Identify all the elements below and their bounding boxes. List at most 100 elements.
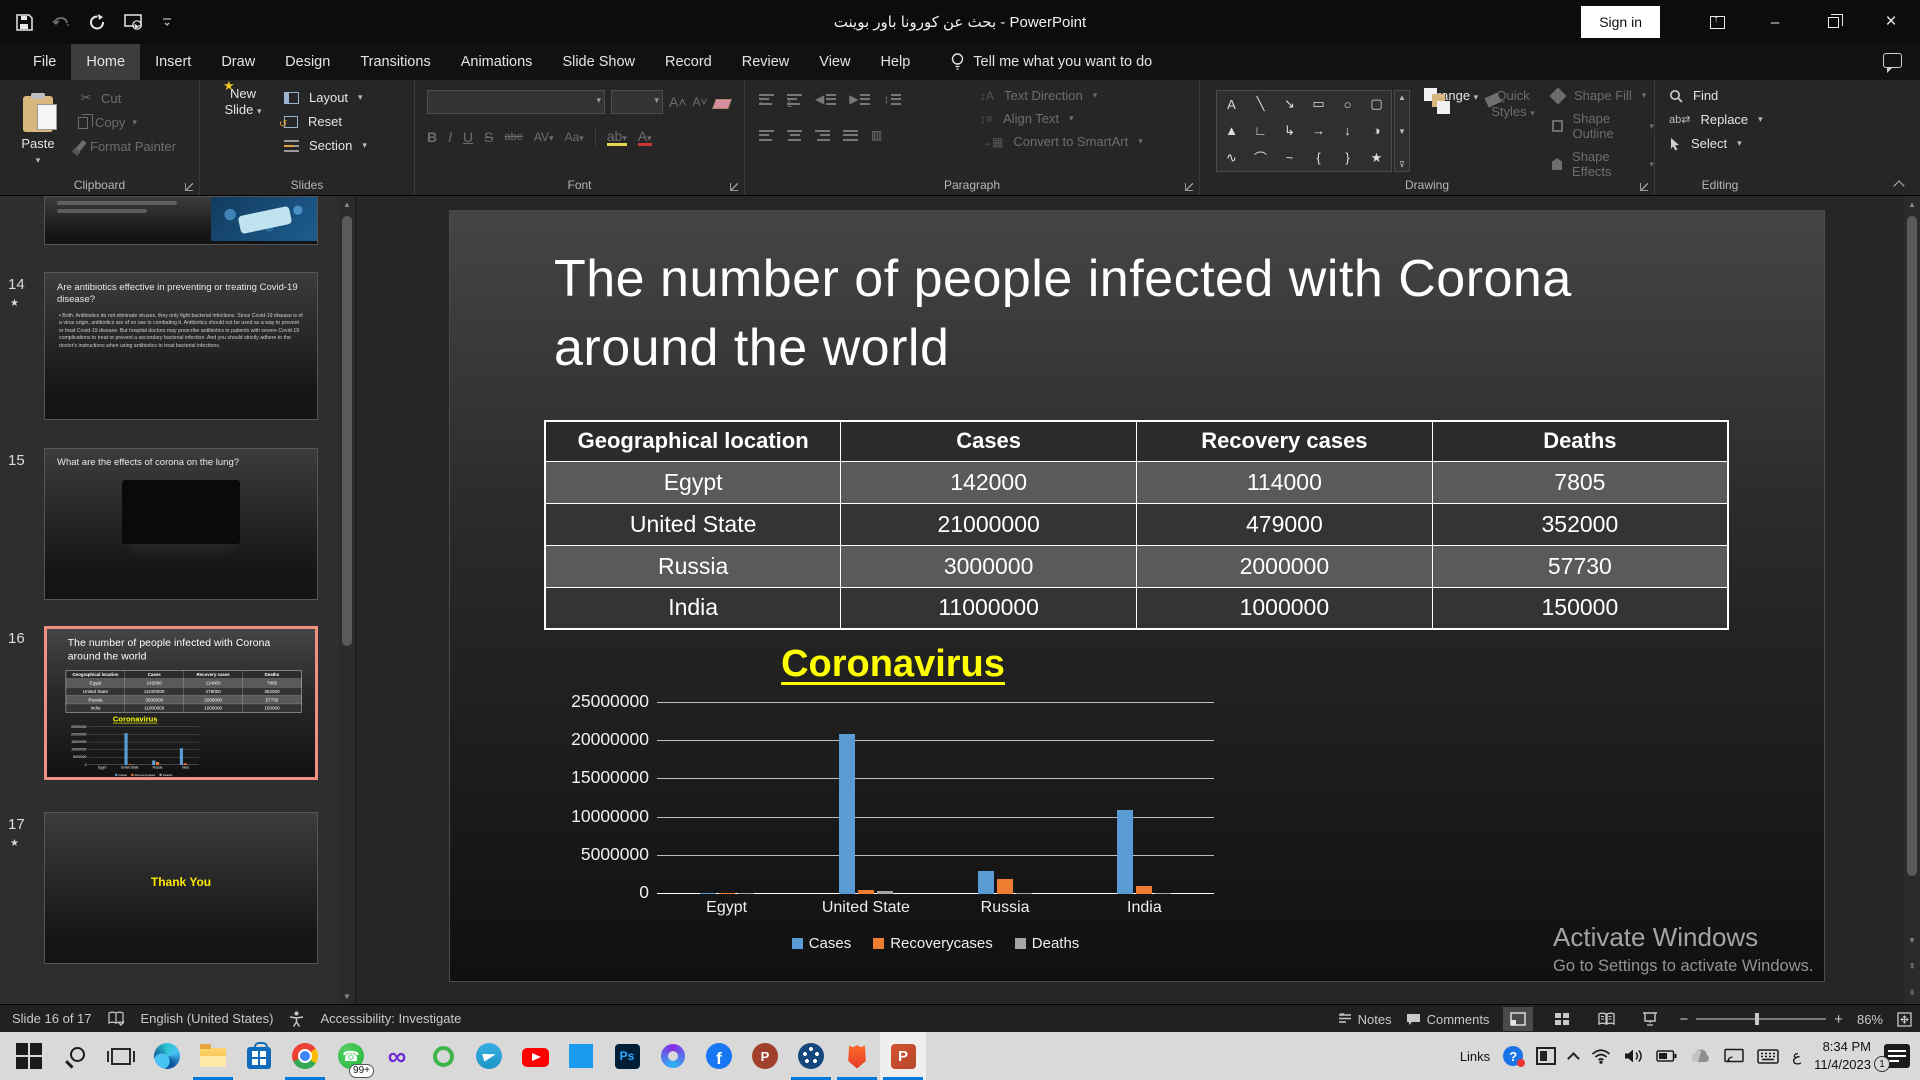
shape-gallery-item-15[interactable]: { xyxy=(1316,150,1320,165)
tab-design[interactable]: Design xyxy=(270,44,345,80)
bold-button[interactable]: B xyxy=(427,129,437,145)
bar-recoverycases-united-state[interactable] xyxy=(128,764,131,765)
tab-slide-show[interactable]: Slide Show xyxy=(547,44,650,80)
shapes-scroll-down[interactable]: ▼ xyxy=(1398,127,1406,136)
chart-title[interactable]: Coronavirus xyxy=(693,643,1093,686)
next-slide-button[interactable]: ⇟ xyxy=(1904,984,1920,1000)
clipboard-dialog-launcher[interactable] xyxy=(185,183,193,191)
line-spacing-button[interactable]: ↕ xyxy=(883,92,901,106)
shape-gallery-item-16[interactable]: } xyxy=(1345,150,1349,165)
minimize-button[interactable]: – xyxy=(1746,0,1804,44)
thumbnail-scroll-down[interactable]: ▼ xyxy=(339,988,355,1004)
start-slideshow-icon[interactable] xyxy=(124,14,144,30)
normal-view-button[interactable] xyxy=(1503,1007,1533,1031)
bar-cases-russia[interactable] xyxy=(978,871,994,894)
replace-button[interactable]: ab⇄ Replace▾ xyxy=(1669,112,1763,127)
new-slide-dropdown-arrow[interactable]: ▾ xyxy=(257,106,262,116)
text-shadow-button[interactable]: abe xyxy=(504,131,522,143)
bar-deaths-india[interactable] xyxy=(1155,893,1171,894)
tab-insert[interactable]: Insert xyxy=(140,44,206,80)
taskbar-green-ring-app-button[interactable] xyxy=(420,1032,466,1080)
align-center-button[interactable] xyxy=(787,130,802,141)
tab-transitions[interactable]: Transitions xyxy=(345,44,445,80)
section-button[interactable]: Section▾ xyxy=(284,138,367,153)
slide-16-thumbnail[interactable]: The number of people infected with Coron… xyxy=(44,626,318,780)
ribbon-display-options-button[interactable] xyxy=(1688,0,1746,44)
coronavirus-bar-chart[interactable]: 0500000010000000150000002000000025000000… xyxy=(70,723,205,780)
shape-gallery-item-3[interactable]: ▭ xyxy=(1312,96,1324,112)
shape-gallery-item-11[interactable]: ◑ xyxy=(1373,123,1381,138)
tab-record[interactable]: Record xyxy=(650,44,727,80)
taskbar-youtube-button[interactable] xyxy=(512,1032,558,1080)
zoom-slider-thumb[interactable] xyxy=(1755,1013,1759,1025)
taskbar-microsoft-store-button[interactable] xyxy=(236,1032,282,1080)
comments-button[interactable]: Comments xyxy=(1406,1012,1490,1027)
quick-styles-button[interactable]: Quick Styles ▾ xyxy=(1484,88,1542,121)
slide-13-thumbnail[interactable] xyxy=(44,196,318,245)
bar-deaths-united-state[interactable] xyxy=(132,764,135,765)
close-button[interactable]: × xyxy=(1862,0,1920,44)
new-slide-button[interactable]: New Slide ▾ xyxy=(214,86,272,119)
share-comment-icon[interactable] xyxy=(1883,53,1902,68)
clear-formatting-button[interactable] xyxy=(712,99,732,109)
save-icon[interactable] xyxy=(16,14,33,31)
input-language-indicator[interactable]: ع xyxy=(1792,1047,1801,1065)
battery-icon[interactable] xyxy=(1656,1049,1677,1063)
bar-deaths-russia[interactable] xyxy=(1016,893,1032,894)
touch-keyboard-icon[interactable] xyxy=(1757,1049,1779,1064)
slide-14-thumbnail[interactable]: Are antibiotics effective in preventing … xyxy=(44,272,318,420)
shape-gallery-item-14[interactable]: ~ xyxy=(1286,150,1294,165)
align-left-button[interactable] xyxy=(759,130,774,141)
taskbar-photoshop-button[interactable] xyxy=(604,1032,650,1080)
shape-gallery-item-12[interactable]: ∿ xyxy=(1226,150,1237,166)
bar-cases-india[interactable] xyxy=(1117,810,1133,894)
shape-gallery-item-1[interactable]: ╲ xyxy=(1257,96,1265,112)
bar-deaths-egypt[interactable] xyxy=(738,893,754,894)
infection-table[interactable]: Geographical locationCasesRecovery cases… xyxy=(66,671,302,713)
taskbar-facebook-button[interactable] xyxy=(696,1032,742,1080)
bullets-button[interactable] xyxy=(759,94,774,105)
bar-recoverycases-india[interactable] xyxy=(1136,886,1152,894)
notes-button[interactable]: Notes xyxy=(1338,1012,1392,1027)
shape-gallery-item-17[interactable]: ★ xyxy=(1371,150,1383,166)
tab-help[interactable]: Help xyxy=(865,44,925,80)
thumbnail-scroll-thumb[interactable] xyxy=(342,216,352,646)
bar-recoverycases-russia[interactable] xyxy=(997,879,1013,894)
shape-gallery-item-2[interactable]: ↘ xyxy=(1284,96,1295,112)
thumbnail-scrollbar[interactable]: ▲ ▼ xyxy=(339,196,355,1004)
wifi-icon[interactable] xyxy=(1591,1048,1611,1064)
bar-deaths-united-state[interactable] xyxy=(877,891,893,894)
taskbar-search-button[interactable] xyxy=(52,1032,98,1080)
bar-cases-egypt[interactable] xyxy=(700,893,716,894)
align-text-button[interactable]: ↕≡Align Text▾ xyxy=(980,111,1143,126)
undo-icon[interactable] xyxy=(51,14,71,30)
text-direction-button[interactable]: ↕AText Direction▾ xyxy=(980,88,1143,103)
paste-button[interactable]: Paste ▾ xyxy=(12,88,64,166)
font-dialog-launcher[interactable] xyxy=(730,183,738,191)
tell-me-box[interactable]: Tell me what you want to do xyxy=(951,44,1152,80)
slide-number-indicator[interactable]: Slide 16 of 17 xyxy=(12,1011,92,1026)
decrease-font-size-button[interactable]: A˅ xyxy=(693,95,708,109)
character-spacing-button[interactable]: AV▾ xyxy=(534,130,554,144)
reading-view-button[interactable] xyxy=(1591,1007,1621,1031)
shape-fill-button[interactable]: Shape Fill▾ xyxy=(1552,88,1654,103)
underline-button[interactable]: U xyxy=(463,129,473,145)
tab-view[interactable]: View xyxy=(804,44,865,80)
shape-effects-button[interactable]: Shape Effects▾ xyxy=(1552,149,1654,179)
previous-slide-button[interactable]: ⇞ xyxy=(1904,958,1920,974)
editor-scroll-thumb[interactable] xyxy=(1907,216,1917,876)
shape-gallery-item-8[interactable]: ↳ xyxy=(1284,123,1295,139)
tab-animations[interactable]: Animations xyxy=(446,44,548,80)
taskbar-start-button[interactable] xyxy=(6,1032,52,1080)
tray-expand-chevron-icon[interactable] xyxy=(1567,1052,1580,1065)
shape-outline-button[interactable]: Shape Outline▾ xyxy=(1552,111,1654,141)
volume-icon[interactable] xyxy=(1624,1048,1643,1064)
taskbar-telegram-button[interactable] xyxy=(466,1032,512,1080)
layout-button[interactable]: Layout▾ xyxy=(284,90,367,105)
font-name-combo[interactable] xyxy=(427,90,605,114)
highlight-color-button[interactable]: ab▾ xyxy=(607,129,627,146)
font-color-button[interactable]: A▾ xyxy=(638,129,652,146)
clock[interactable]: 8:34 PM 11/4/2023 xyxy=(1814,1038,1871,1073)
language-indicator[interactable]: English (United States) xyxy=(141,1011,274,1026)
zoom-level[interactable]: 86% xyxy=(1857,1012,1883,1027)
